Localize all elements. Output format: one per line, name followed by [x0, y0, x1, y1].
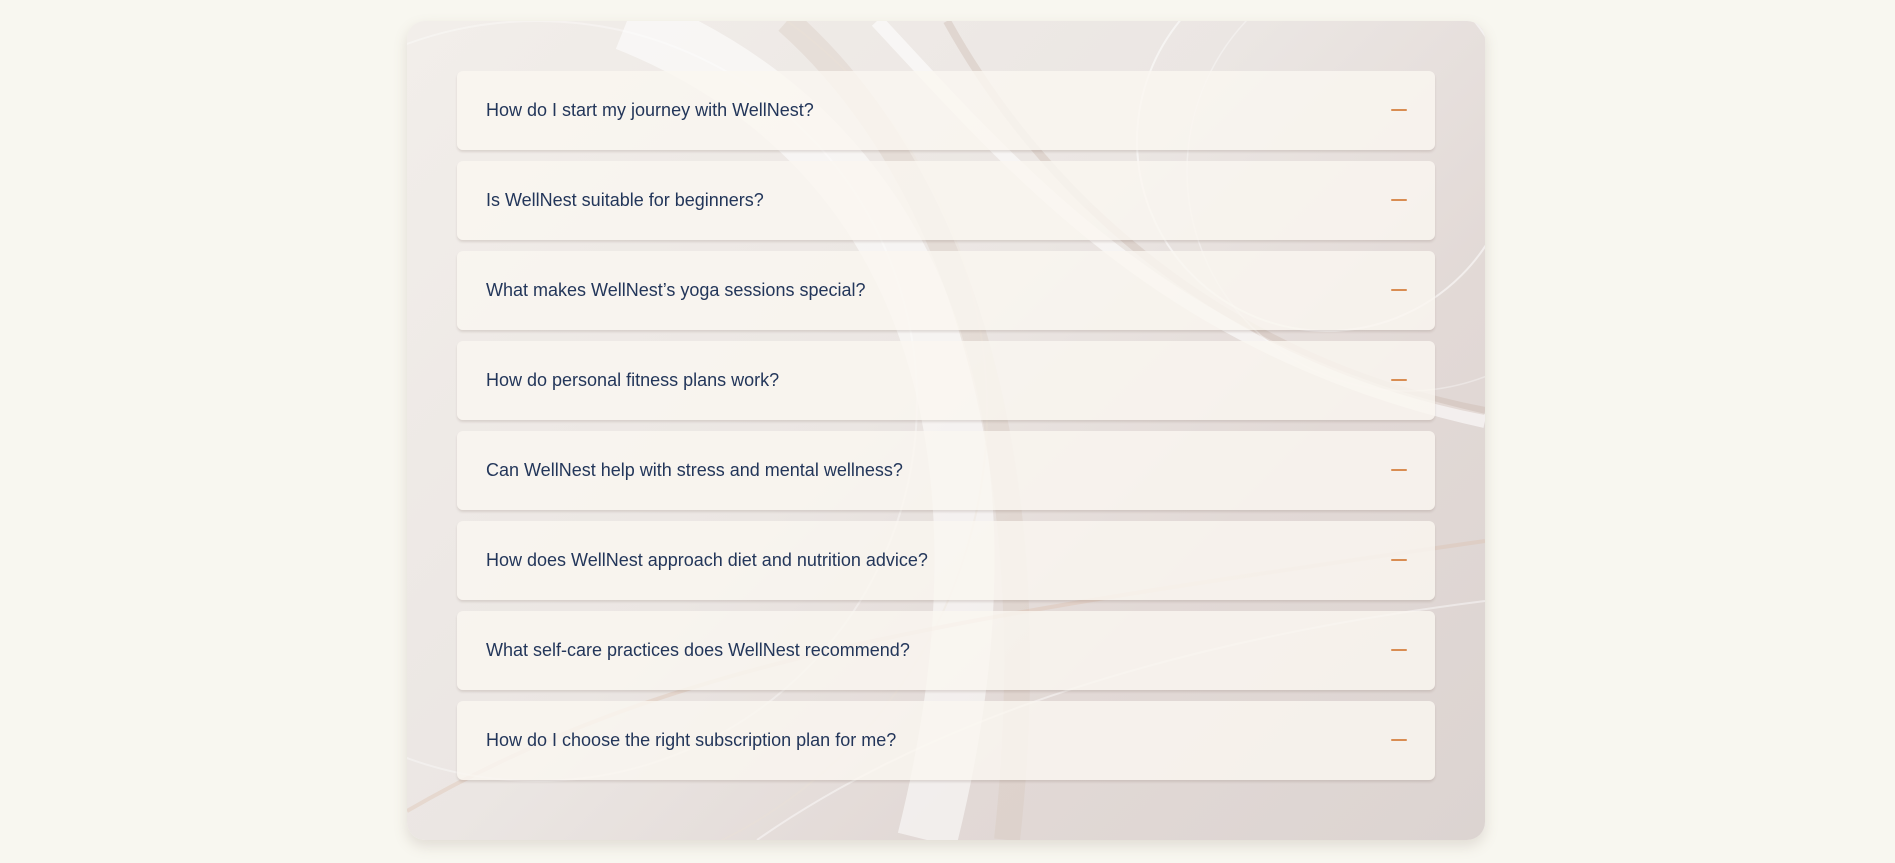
- minus-icon[interactable]: [1387, 463, 1411, 479]
- faq-item[interactable]: How do personal fitness plans work?: [457, 341, 1435, 420]
- faq-question: How do personal fitness plans work?: [486, 370, 780, 390]
- faq-item[interactable]: How do I choose the right subscription p…: [457, 701, 1435, 780]
- faq-item[interactable]: How does WellNest approach diet and nutr…: [457, 521, 1435, 600]
- faq-question: How do I choose the right subscription p…: [486, 730, 897, 750]
- minus-icon[interactable]: [1387, 553, 1411, 569]
- faq-item[interactable]: What self-care practices does WellNest r…: [457, 611, 1435, 690]
- minus-icon[interactable]: [1387, 733, 1411, 749]
- faq-question: What makes WellNest’s yoga sessions spec…: [486, 280, 866, 300]
- faq-question: How does WellNest approach diet and nutr…: [486, 550, 928, 570]
- faq-item[interactable]: Is WellNest suitable for beginners?: [457, 161, 1435, 240]
- minus-icon[interactable]: [1387, 643, 1411, 659]
- faq-question: How do I start my journey with WellNest?: [486, 100, 814, 120]
- minus-icon[interactable]: [1387, 103, 1411, 119]
- faq-question: Is WellNest suitable for beginners?: [486, 190, 764, 210]
- faq-item[interactable]: Can WellNest help with stress and mental…: [457, 431, 1435, 510]
- minus-icon[interactable]: [1387, 373, 1411, 389]
- faq-card: How do I start my journey with WellNest?…: [407, 21, 1485, 840]
- faq-question: Can WellNest help with stress and mental…: [486, 460, 903, 480]
- faq-item[interactable]: What makes WellNest’s yoga sessions spec…: [457, 251, 1435, 330]
- faq-list: How do I start my journey with WellNest?…: [457, 71, 1435, 791]
- minus-icon[interactable]: [1387, 193, 1411, 209]
- minus-icon[interactable]: [1387, 283, 1411, 299]
- faq-item[interactable]: How do I start my journey with WellNest?: [457, 71, 1435, 150]
- faq-question: What self-care practices does WellNest r…: [486, 640, 910, 660]
